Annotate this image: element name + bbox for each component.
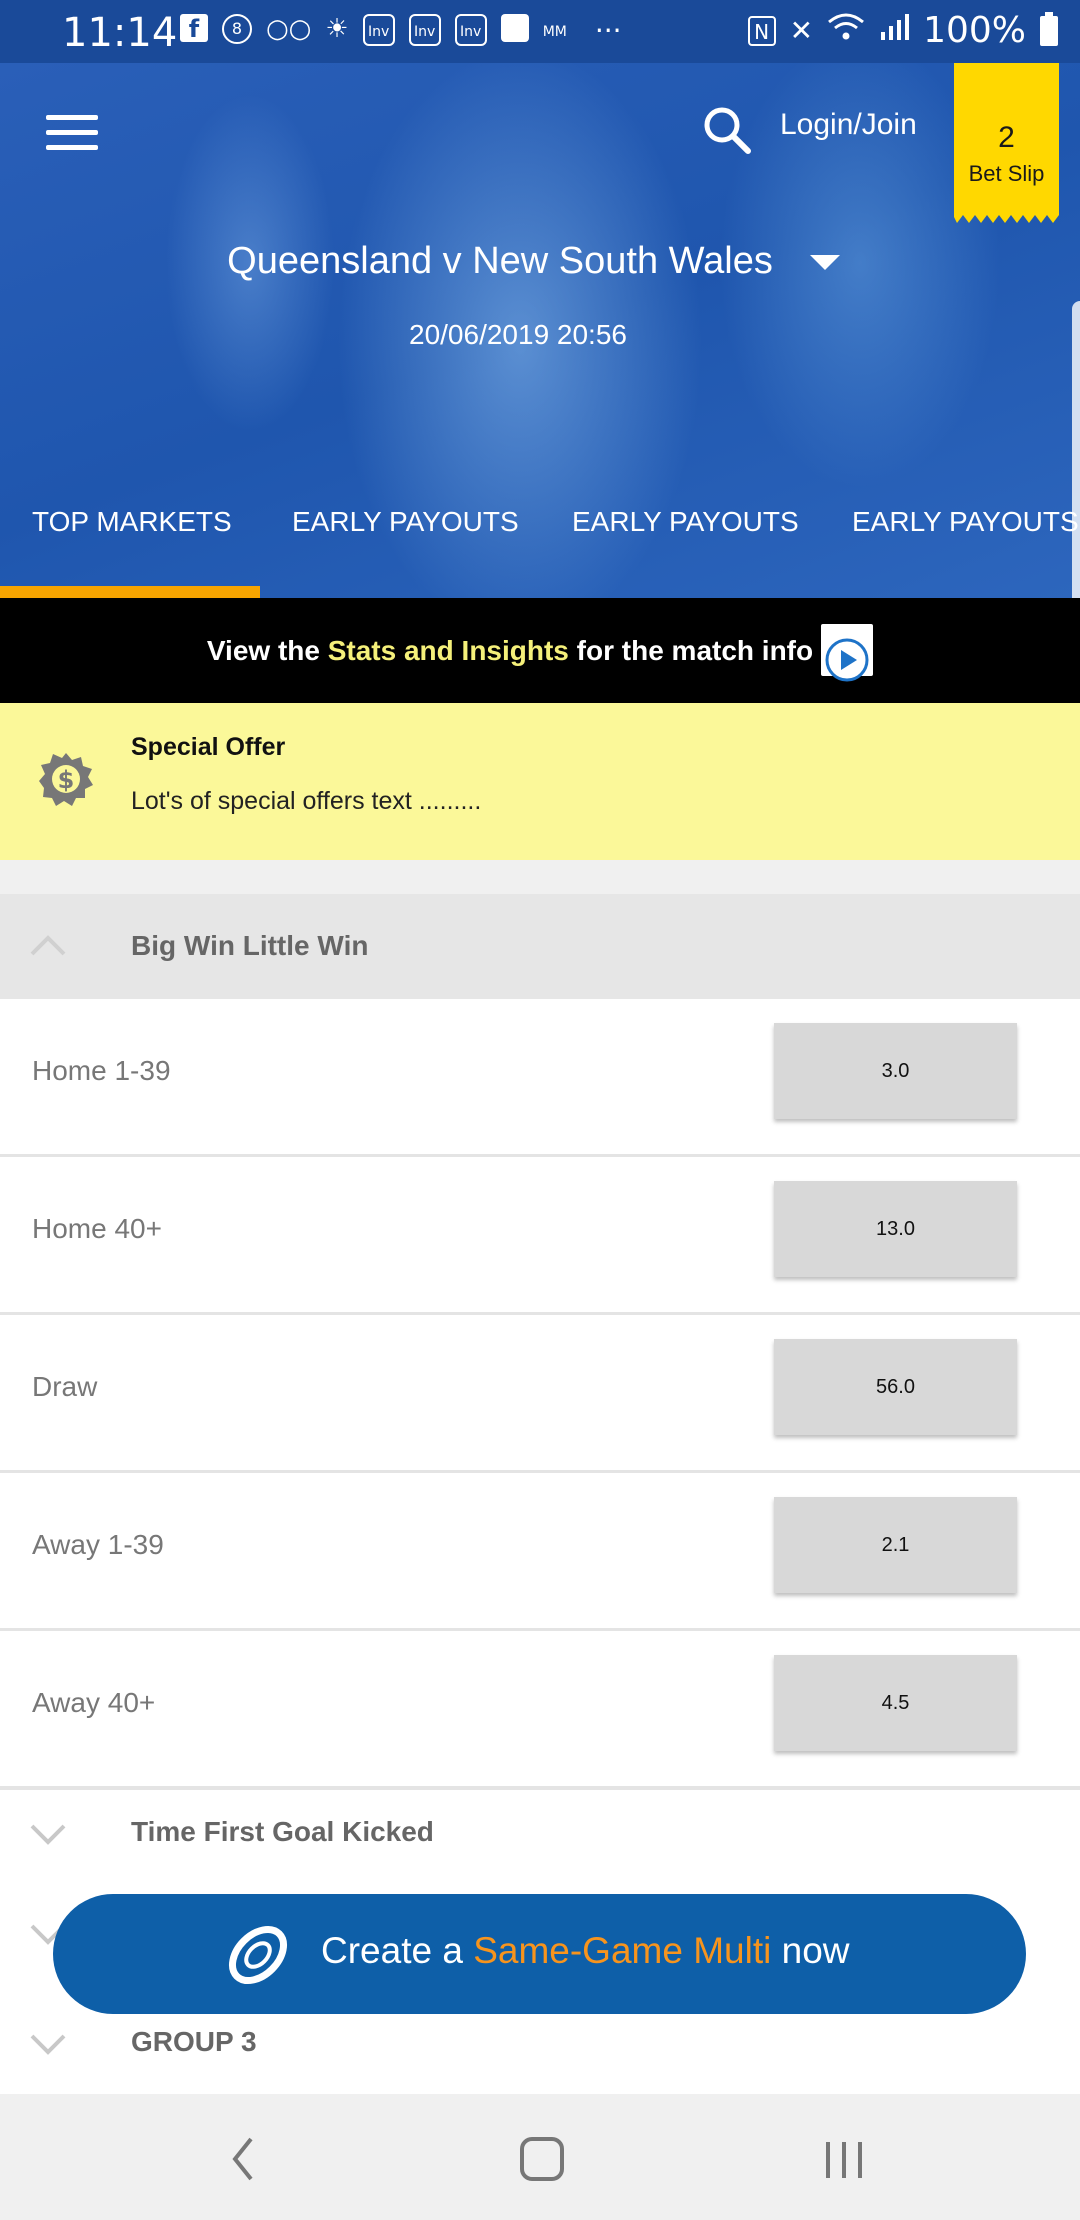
market-group-title: GROUP 3: [131, 2026, 257, 2057]
bet-slip-label: Bet Slip: [968, 161, 1045, 186]
match-datetime: 20/06/2019 20:56: [409, 319, 627, 350]
tab-early-payouts[interactable]: EARLY PAYOUTS: [572, 506, 799, 538]
menu-line: [46, 145, 98, 150]
tab-top-markets[interactable]: TOP MARKETS: [32, 506, 232, 538]
battery-percent: 100%: [923, 10, 1026, 51]
back-icon: [232, 2137, 253, 2181]
sgm-suffix: now: [771, 1930, 850, 1971]
market-group-header-collapsed[interactable]: GROUP 3: [0, 2000, 1080, 2094]
selection-row: Away 1-39 2.1: [0, 1473, 1080, 1632]
mute-icon: ✕: [789, 14, 814, 47]
odds-button[interactable]: 13.0: [774, 1181, 1017, 1277]
home-icon: [520, 2137, 564, 2181]
selection-row: Home 40+ 13.0: [0, 1157, 1080, 1316]
notification-8-icon: 8: [222, 14, 252, 44]
odds-button[interactable]: 3.0: [774, 1023, 1017, 1119]
zigzag-edge: [954, 211, 1059, 223]
match-title-selector[interactable]: Queensland v New South Wales: [0, 240, 1000, 283]
special-offer-title: Special Offer: [131, 733, 286, 761]
status-system-icons: N ✕ 100%: [747, 10, 1058, 51]
sgm-prefix: Create a: [321, 1930, 474, 1971]
selection-label: Home 40+: [32, 1213, 162, 1244]
active-tab-indicator: [0, 586, 260, 598]
login-join-link[interactable]: Login/Join: [780, 108, 917, 142]
system-nav-bar: [0, 2094, 1080, 2220]
voicemail-icon: ○○: [266, 14, 312, 44]
inv-icon: Inv: [408, 14, 441, 46]
tab-early-payouts[interactable]: EARLY PAYOUTS: [852, 506, 1079, 538]
stats-insights-banner[interactable]: View the Stats and Insights for the matc…: [0, 598, 1080, 703]
stats-banner-highlight: Stats and Insights: [327, 635, 569, 666]
selection-label: Draw: [32, 1371, 98, 1402]
odds-button[interactable]: 4.5: [774, 1655, 1017, 1751]
more-icon: ···: [594, 14, 622, 47]
special-offer-panel: $ Special Offer Lot's of special offers …: [0, 703, 1080, 860]
signal-icon: [879, 10, 910, 51]
market-tabs: TOP MARKETS EARLY PAYOUTS EARLY PAYOUTS …: [0, 506, 1080, 598]
rugby-ball-icon: [229, 1926, 287, 1984]
market-group-title: Big Win Little Win: [131, 930, 369, 961]
search-button[interactable]: [700, 103, 754, 157]
weather-icon: ☀: [325, 14, 349, 44]
stats-banner-prefix: View the: [206, 635, 328, 666]
selection-label: Away 1-39: [32, 1529, 164, 1560]
mm-icon: MM: [542, 24, 567, 40]
back-button[interactable]: [213, 2134, 273, 2184]
odds-button[interactable]: 56.0: [774, 1339, 1017, 1435]
inv-icon: Inv: [362, 14, 395, 46]
battery-icon: [1040, 11, 1058, 46]
selection-row: Draw 56.0: [0, 1315, 1080, 1474]
market-group-title: Time First Goal Kicked: [131, 1816, 434, 1847]
menu-line: [46, 115, 98, 120]
chevron-down-icon: [30, 1824, 66, 1845]
special-offer-text: Lot's of special offers text .........: [131, 787, 482, 815]
recents-button[interactable]: [816, 2134, 876, 2184]
selection-label: Away 40+: [32, 1687, 156, 1718]
bet-slip-count: 2: [998, 121, 1015, 154]
stats-banner-suffix: for the match info: [568, 635, 814, 666]
selection-row: Home 1-39 3.0: [0, 999, 1080, 1158]
chevron-down-icon[interactable]: [810, 255, 840, 270]
hamburger-menu-button[interactable]: [46, 115, 98, 155]
home-button[interactable]: [512, 2134, 572, 2184]
offer-badge-icon: $: [38, 751, 94, 807]
match-header: Login/Join 2 Bet Slip Queensland v New S…: [0, 63, 1080, 598]
market-group-header[interactable]: Big Win Little Win: [0, 894, 1080, 999]
market-group-header-collapsed[interactable]: Time First Goal Kicked: [0, 1790, 1080, 1890]
search-icon: [704, 107, 751, 154]
chevron-up-icon: [30, 935, 66, 956]
clock-app-icon: [500, 14, 529, 42]
menu-line: [46, 130, 98, 135]
status-time: 11:14: [62, 10, 178, 56]
play-icon[interactable]: [821, 624, 873, 682]
same-game-multi-label: Create a Same-Game Multi now: [321, 1930, 850, 1972]
section-spacer: [0, 860, 1080, 894]
odds-button[interactable]: 2.1: [774, 1497, 1017, 1593]
facebook-icon: f: [180, 14, 208, 43]
wifi-icon: [827, 10, 865, 51]
offer-badge-glyph: $: [58, 766, 75, 794]
chevron-down-icon: [30, 2034, 66, 2055]
selection-row: Away 40+ 4.5: [0, 1631, 1080, 1790]
status-bar: 11:14 f 8 ○○ ☀ Inv Inv Inv MM ··· N ✕ 10…: [0, 0, 1080, 63]
bet-slip-button[interactable]: 2 Bet Slip: [954, 63, 1059, 223]
recents-icon: [826, 2142, 862, 2178]
nfc-icon: N: [747, 15, 776, 46]
same-game-multi-button[interactable]: Create a Same-Game Multi now: [53, 1894, 1026, 2014]
sgm-highlight: Same-Game Multi: [473, 1930, 772, 1971]
inv-icon: Inv: [454, 14, 487, 46]
status-notification-icons: f 8 ○○ ☀ Inv Inv Inv MM ···: [180, 14, 622, 50]
selection-label: Home 1-39: [32, 1055, 171, 1086]
tab-early-payouts[interactable]: EARLY PAYOUTS: [292, 506, 519, 538]
